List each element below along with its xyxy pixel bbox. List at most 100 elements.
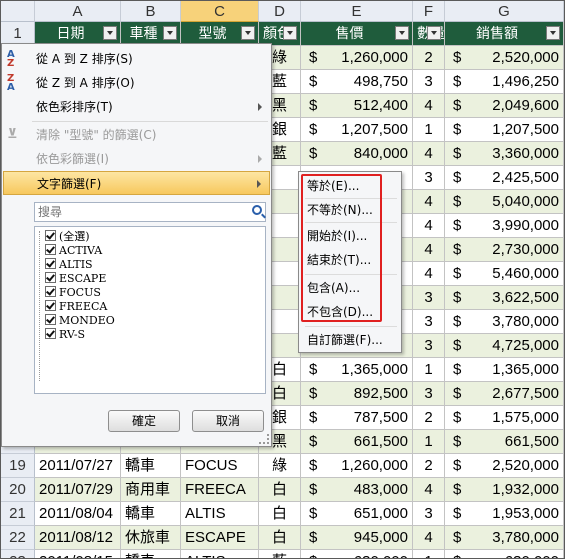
- sort-by-color-item[interactable]: 依色彩排序(T): [3, 95, 270, 119]
- checkbox-checked-icon[interactable]: [45, 300, 56, 311]
- filter-dropdown-icon[interactable]: [427, 26, 441, 40]
- filter-dropdown-icon[interactable]: [163, 26, 177, 40]
- filter-dropdown-icon[interactable]: [283, 26, 297, 40]
- table-cell-price[interactable]: $945,000: [301, 526, 413, 550]
- row-header[interactable]: 20: [1, 478, 35, 502]
- table-cell-price[interactable]: $1,260,000: [301, 454, 413, 478]
- filter-list-item[interactable]: FOCUS: [45, 286, 101, 300]
- filter-dropdown-icon[interactable]: [241, 26, 255, 40]
- table-cell-type[interactable]: 轎車: [121, 550, 181, 558]
- cancel-button[interactable]: 取消: [192, 410, 264, 432]
- table-cell-qty[interactable]: 3: [413, 502, 445, 526]
- table-cell-sales[interactable]: $3,780,000: [445, 526, 564, 550]
- table-cell-sales[interactable]: $2,677,500: [445, 382, 564, 406]
- column-header-d[interactable]: D: [259, 1, 301, 22]
- table-cell-qty[interactable]: 1: [413, 358, 445, 382]
- table-cell-price[interactable]: $483,000: [301, 478, 413, 502]
- table-cell-sales[interactable]: $2,520,000: [445, 46, 564, 70]
- table-cell-model[interactable]: FREECA: [181, 478, 259, 502]
- column-header-a[interactable]: A: [35, 1, 121, 22]
- filter-dropdown-icon[interactable]: [546, 26, 560, 40]
- table-cell-sales[interactable]: $1,575,000: [445, 406, 564, 430]
- table-cell-price[interactable]: $651,000: [301, 502, 413, 526]
- filter-dropdown-icon[interactable]: [395, 26, 409, 40]
- table-cell-type[interactable]: 轎車: [121, 454, 181, 478]
- table-cell-price[interactable]: $661,500: [301, 430, 413, 454]
- table-cell-model[interactable]: FOCUS: [181, 454, 259, 478]
- table-cell-sales[interactable]: $1,365,000: [445, 358, 564, 382]
- table-cell-sales[interactable]: $5,460,000: [445, 262, 564, 286]
- filter-list-item[interactable]: MONDEO: [45, 314, 115, 328]
- table-cell-sales[interactable]: $3,360,000: [445, 142, 564, 166]
- table-cell-sales[interactable]: $3,990,000: [445, 214, 564, 238]
- column-header-e[interactable]: E: [301, 1, 413, 22]
- resize-grip-icon[interactable]: [259, 434, 269, 444]
- table-cell-date[interactable]: 2011/08/12: [35, 526, 121, 550]
- custom-filter-item[interactable]: 自訂篩選(F)...: [307, 330, 383, 350]
- table-cell-qty[interactable]: 2: [413, 454, 445, 478]
- table-cell-sales[interactable]: $630,000: [445, 550, 564, 558]
- sort-az-item[interactable]: AZ 從 A 到 Z 排序(S): [3, 47, 270, 71]
- table-cell-model[interactable]: ESCAPE: [181, 526, 259, 550]
- table-cell-qty[interactable]: 3: [413, 382, 445, 406]
- table-cell-qty[interactable]: 2: [413, 406, 445, 430]
- table-cell-qty[interactable]: 4: [413, 238, 445, 262]
- table-cell-qty[interactable]: 3: [413, 70, 445, 94]
- filter-list-item[interactable]: RV-S: [45, 328, 85, 342]
- table-cell-qty[interactable]: 3: [413, 286, 445, 310]
- table-cell-date[interactable]: 2011/07/29: [35, 478, 121, 502]
- select-all-corner[interactable]: [1, 1, 35, 22]
- filter-list-item[interactable]: ESCAPE: [45, 272, 106, 286]
- table-cell-price[interactable]: $498,750: [301, 70, 413, 94]
- table-header-price[interactable]: 售價: [301, 22, 413, 46]
- table-header-sales[interactable]: 銷售額: [445, 22, 564, 46]
- table-cell-color[interactable]: 綠: [259, 454, 301, 478]
- table-cell-color[interactable]: 白: [259, 478, 301, 502]
- table-cell-sales[interactable]: $1,496,250: [445, 70, 564, 94]
- table-cell-sales[interactable]: $661,500: [445, 430, 564, 454]
- checkbox-checked-icon[interactable]: [45, 272, 56, 283]
- table-cell-color[interactable]: 白: [259, 502, 301, 526]
- table-cell-price[interactable]: $630,000: [301, 550, 413, 558]
- table-cell-color[interactable]: 藍: [259, 550, 301, 558]
- table-cell-price[interactable]: $892,500: [301, 382, 413, 406]
- table-cell-sales[interactable]: $2,049,600: [445, 94, 564, 118]
- table-cell-price[interactable]: $512,400: [301, 94, 413, 118]
- table-cell-sales[interactable]: $2,425,500: [445, 166, 564, 190]
- filter-search-box[interactable]: [34, 202, 266, 222]
- table-cell-qty[interactable]: 3: [413, 310, 445, 334]
- text-filter-item[interactable]: 文字篩選(F): [3, 171, 270, 195]
- table-cell-qty[interactable]: 4: [413, 262, 445, 286]
- checkbox-checked-icon[interactable]: [45, 244, 56, 255]
- table-cell-qty[interactable]: 4: [413, 526, 445, 550]
- table-cell-qty[interactable]: 3: [413, 166, 445, 190]
- table-cell-qty[interactable]: 1: [413, 118, 445, 142]
- table-cell-price[interactable]: $1,365,000: [301, 358, 413, 382]
- table-cell-qty[interactable]: 4: [413, 190, 445, 214]
- checkbox-checked-icon[interactable]: [45, 230, 56, 241]
- table-cell-qty[interactable]: 1: [413, 430, 445, 454]
- ok-button[interactable]: 確定: [108, 410, 180, 432]
- table-cell-color[interactable]: 白: [259, 526, 301, 550]
- checkbox-checked-icon[interactable]: [45, 286, 56, 297]
- table-cell-qty[interactable]: 3: [413, 334, 445, 358]
- table-cell-date[interactable]: 2011/08/04: [35, 502, 121, 526]
- table-cell-date[interactable]: 2011/08/15: [35, 550, 121, 558]
- table-cell-sales[interactable]: $4,725,000: [445, 334, 564, 358]
- sort-za-item[interactable]: ZA 從 Z 到 A 排序(O): [3, 71, 270, 95]
- table-cell-model[interactable]: ALTIS: [181, 550, 259, 558]
- table-cell-price[interactable]: $787,500: [301, 406, 413, 430]
- table-cell-price[interactable]: $1,207,500: [301, 118, 413, 142]
- checkbox-checked-icon[interactable]: [45, 314, 56, 325]
- row-header[interactable]: 23: [1, 550, 35, 558]
- table-header-qty[interactable]: 數量: [413, 22, 445, 46]
- filter-list-item[interactable]: (全選): [45, 230, 90, 244]
- filter-dropdown-icon[interactable]: [103, 26, 117, 40]
- table-cell-qty[interactable]: 2: [413, 46, 445, 70]
- table-cell-sales[interactable]: $1,932,000: [445, 478, 564, 502]
- table-cell-sales[interactable]: $1,953,000: [445, 502, 564, 526]
- table-cell-type[interactable]: 休旅車: [121, 526, 181, 550]
- table-cell-qty[interactable]: 4: [413, 142, 445, 166]
- table-cell-qty[interactable]: 1: [413, 550, 445, 558]
- table-cell-price[interactable]: $840,000: [301, 142, 413, 166]
